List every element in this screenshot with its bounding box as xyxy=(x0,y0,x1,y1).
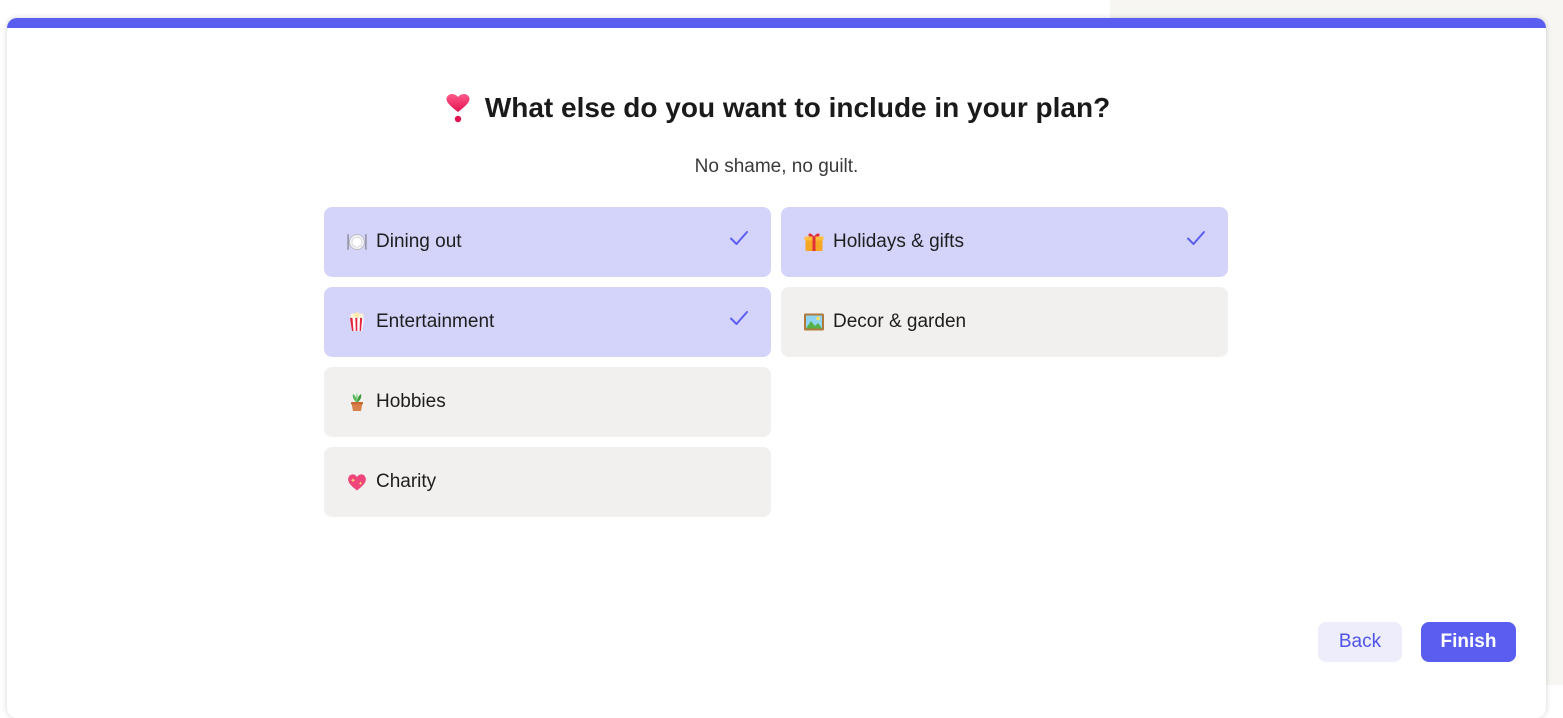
onboarding-modal: What else do you want to include in your… xyxy=(7,18,1546,718)
option-holidays-gifts[interactable]: Holidays & gifts xyxy=(781,207,1228,277)
page-subtitle: No shame, no guilt. xyxy=(694,156,859,177)
check-icon xyxy=(730,231,748,245)
page-title: What else do you want to include in your… xyxy=(484,92,1111,123)
option-label: Decor & garden xyxy=(833,311,967,332)
potted-plant-icon xyxy=(346,391,368,413)
sparkling-heart-icon xyxy=(346,471,368,493)
option-label: Charity xyxy=(376,471,437,492)
option-label: Entertainment xyxy=(376,311,495,332)
option-label: Dining out xyxy=(376,231,462,252)
framed-picture-icon xyxy=(803,311,825,333)
finish-button[interactable]: Finish xyxy=(1421,622,1516,662)
option-label: Holidays & gifts xyxy=(833,231,964,252)
progress-bar xyxy=(7,18,1546,28)
option-charity[interactable]: Charity xyxy=(324,447,771,517)
heart-exclamation-icon xyxy=(446,94,470,123)
back-button[interactable]: Back xyxy=(1318,622,1402,662)
popcorn-icon xyxy=(346,311,368,333)
check-icon xyxy=(1187,231,1205,245)
plate-cutlery-icon xyxy=(346,231,368,253)
option-decor-garden[interactable]: Decor & garden xyxy=(781,287,1228,357)
option-label: Hobbies xyxy=(376,391,446,412)
option-entertainment[interactable]: Entertainment xyxy=(324,287,771,357)
option-dining-out[interactable]: Dining out xyxy=(324,207,771,277)
check-icon xyxy=(730,311,748,325)
gift-icon xyxy=(803,231,825,253)
option-hobbies[interactable]: Hobbies xyxy=(324,367,771,437)
title-row: What else do you want to include in your… xyxy=(7,88,1546,128)
